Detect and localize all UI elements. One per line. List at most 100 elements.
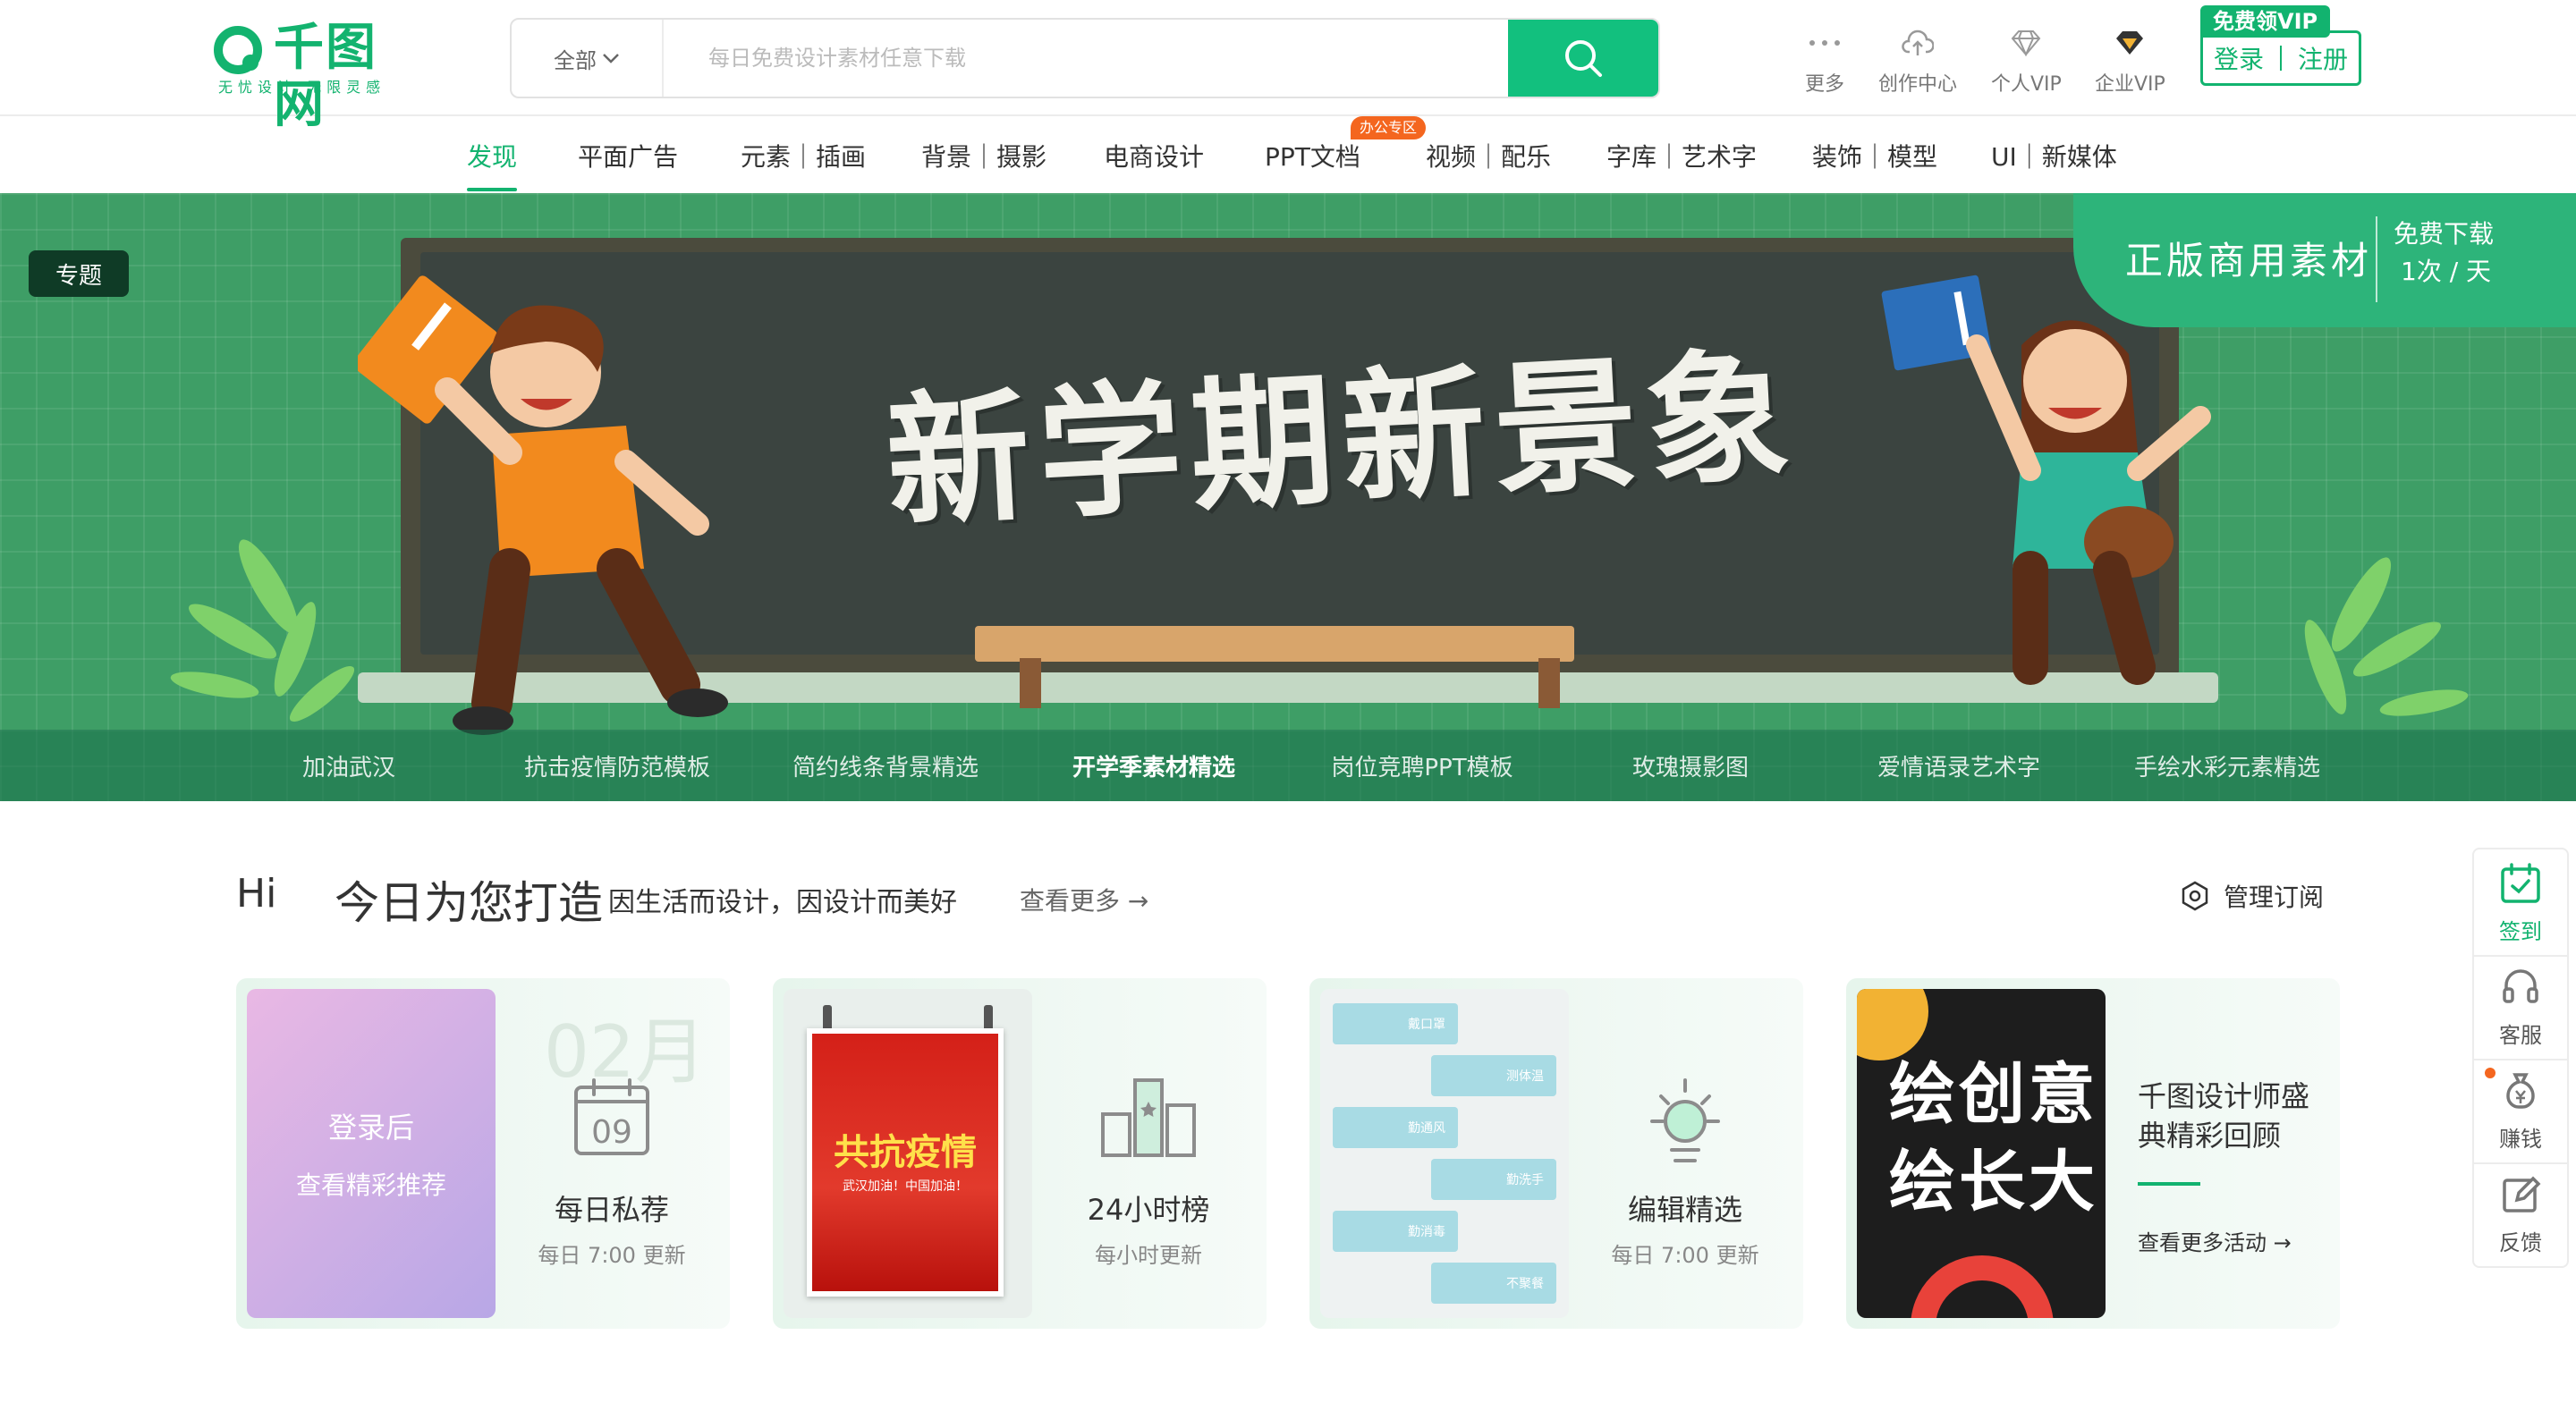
nav-more-label: 更多 bbox=[1805, 73, 1845, 96]
banner-tab[interactable]: 手绘水彩元素精选 bbox=[2093, 749, 2361, 782]
settings-icon bbox=[2182, 881, 2208, 911]
tag-disinfect: 勤消毒 bbox=[1333, 1211, 1458, 1252]
desk-leg bbox=[1538, 658, 1560, 708]
card-24h-ranking[interactable]: 共抗疫情 武汉加油！中国加油！ 24小时榜 每小时更新 bbox=[773, 978, 1267, 1329]
leaf-decoration-right bbox=[2304, 557, 2469, 716]
sidebar-checkin-label: 签到 bbox=[2499, 918, 2542, 944]
card-title: 编辑精选 bbox=[1627, 1193, 1742, 1227]
banner-tab[interactable]: 岗位竞聘PPT模板 bbox=[1288, 749, 1556, 782]
category-nav: 发现 平面广告 元素｜插画 背景｜摄影 电商设计 PPT文档 办公专区 视频｜配… bbox=[0, 116, 2576, 193]
nav-creator-center[interactable]: 创作中心 bbox=[1878, 25, 1957, 97]
category-print-ads[interactable]: 平面广告 bbox=[578, 138, 678, 173]
card-editor-picks[interactable]: 戴口罩 测体温 勤通风 勤洗手 勤消毒 不聚餐 编辑精选 每日 7:00 更新 bbox=[1309, 978, 1803, 1329]
nav-personal-vip-label: 个人VIP bbox=[1991, 73, 2062, 96]
art-text-line2: 绘长大 bbox=[1889, 1144, 2098, 1221]
diamond-filled-icon bbox=[2116, 31, 2144, 55]
event-title-line2: 典精彩回顾 bbox=[2138, 1119, 2282, 1153]
headset-icon bbox=[2503, 968, 2538, 1003]
tag-temperature: 测体温 bbox=[1431, 1055, 1556, 1096]
search-icon bbox=[1565, 40, 1602, 77]
category-elements[interactable]: 元素｜插画 bbox=[741, 138, 866, 173]
search-button[interactable] bbox=[1508, 20, 1658, 97]
category-ppt[interactable]: PPT文档 bbox=[1265, 138, 1360, 173]
register-link[interactable]: 注册 bbox=[2298, 40, 2348, 76]
free-vip-tag[interactable]: 免费领VIP bbox=[2200, 5, 2331, 38]
promo-divider bbox=[2376, 216, 2377, 302]
login-link[interactable]: 登录 bbox=[2214, 40, 2264, 76]
card-subtitle: 每小时更新 bbox=[1095, 1243, 1202, 1268]
sidebar-feedback[interactable]: 反馈 bbox=[2474, 1164, 2567, 1264]
category-ui[interactable]: UI｜新媒体 bbox=[1991, 138, 2117, 173]
card-daily-picks[interactable]: 02月 登录后 查看精彩推荐 09 每日私荐 每日 7:00 更新 bbox=[236, 978, 730, 1329]
promo-badge[interactable]: 正版商用素材 免费下载 1次 / 天 bbox=[2073, 193, 2576, 327]
event-title-line1: 千图设计师盛 bbox=[2138, 1079, 2310, 1113]
view-more-link[interactable]: 查看更多 → bbox=[1020, 882, 1148, 917]
search-bar: 全部 bbox=[510, 18, 1660, 98]
login-register-box: 登录 注册 bbox=[2200, 30, 2361, 86]
nav-more[interactable]: 更多 bbox=[1805, 25, 1844, 97]
category-fonts[interactable]: 字库｜艺术字 bbox=[1606, 138, 1757, 173]
nav-enterprise-vip-label: 企业VIP bbox=[2095, 73, 2165, 96]
event-accent-line bbox=[2138, 1182, 2200, 1186]
sidebar-checkin[interactable]: 签到 bbox=[2474, 853, 2567, 953]
sidebar-earn-label: 赚钱 bbox=[2499, 1126, 2542, 1152]
tag-ventilation: 勤通风 bbox=[1333, 1107, 1458, 1148]
logo-mark-icon bbox=[214, 26, 262, 74]
banner-tab-active[interactable]: 开学季素材精选 bbox=[1020, 749, 1288, 782]
login-prompt-line2: 查看精彩推荐 bbox=[295, 1170, 446, 1200]
card-thumb-poster[interactable]: 共抗疫情 武汉加油！中国加油！ bbox=[784, 989, 1032, 1318]
manage-subscription-button[interactable]: 管理订阅 bbox=[2179, 878, 2324, 914]
side-toolbar: 签到 客服 赚钱 反馈 bbox=[2472, 848, 2569, 1268]
banner-tab[interactable]: 爱情语录艺术字 bbox=[1825, 749, 2093, 782]
category-discover[interactable]: 发现 bbox=[467, 138, 517, 173]
top-header: 千图网 无忧设计 无限灵感 全部 更多 创作中 bbox=[0, 0, 2576, 134]
event-more-link[interactable]: 查看更多活动 → bbox=[2138, 1225, 2292, 1256]
tag-mask: 戴口罩 bbox=[1333, 1003, 1458, 1044]
hero-banner[interactable]: 新学期新景象 专题 正版商用素材 免费下载 1次 / 天 加油武汉 抗击疫情防范… bbox=[0, 193, 2576, 801]
card-title: 24小时榜 bbox=[1087, 1193, 1210, 1227]
category-decor[interactable]: 装饰｜模型 bbox=[1812, 138, 1937, 173]
poster-subtitle: 武汉加油！中国加油！ bbox=[843, 1179, 968, 1194]
calendar-day: 09 bbox=[591, 1114, 632, 1151]
event-title: 千图设计师盛 典精彩回顾 bbox=[2138, 1077, 2309, 1155]
promo-title: 正版商用素材 bbox=[2125, 239, 2373, 283]
card-thumb-login[interactable]: 登录后 查看精彩推荐 bbox=[247, 989, 496, 1318]
search-category-select[interactable]: 全部 bbox=[512, 20, 664, 97]
manage-subscription-label: 管理订阅 bbox=[2224, 883, 2325, 912]
poster: 共抗疫情 武汉加油！中国加油！ bbox=[807, 1028, 1004, 1297]
edit-icon bbox=[2503, 1176, 2541, 1212]
ranking-icon bbox=[1050, 1075, 1247, 1161]
tag-hand-wash: 勤洗手 bbox=[1431, 1159, 1556, 1200]
logo[interactable]: 千图网 无忧设计 无限灵感 bbox=[211, 20, 417, 134]
banner-tab[interactable]: 加油武汉 bbox=[215, 749, 483, 782]
category-ecommerce[interactable]: 电商设计 bbox=[1104, 138, 1204, 173]
nav-personal-vip[interactable]: 个人VIP bbox=[1991, 25, 2062, 97]
diamond-icon bbox=[2012, 30, 2041, 56]
art-text-line1: 绘创意 bbox=[1889, 1056, 2098, 1133]
money-bag-icon bbox=[2506, 1072, 2535, 1109]
category-active-underline bbox=[467, 188, 517, 191]
card-subtitle: 每日 7:00 更新 bbox=[538, 1243, 686, 1268]
search-input[interactable] bbox=[665, 20, 1479, 97]
card-thumb-art[interactable]: 绘创意 绘长大 bbox=[1857, 989, 2106, 1318]
greeting-hi: Hi bbox=[236, 871, 277, 917]
card-designer-event[interactable]: 绘创意 绘长大 千图设计师盛 典精彩回顾 查看更多活动 → bbox=[1846, 978, 2340, 1329]
poster-title: 共抗疫情 bbox=[834, 1131, 977, 1173]
topic-chip: 专题 bbox=[29, 250, 129, 297]
section-title: 今日为您打造 bbox=[335, 877, 603, 929]
card-subtitle: 每日 7:00 更新 bbox=[1611, 1243, 1759, 1268]
desk bbox=[975, 626, 1574, 662]
category-backgrounds[interactable]: 背景｜摄影 bbox=[921, 138, 1046, 173]
banner-tab[interactable]: 简约线条背景精选 bbox=[751, 749, 1020, 782]
sidebar-support[interactable]: 客服 bbox=[2474, 957, 2567, 1057]
nav-enterprise-vip[interactable]: 企业VIP bbox=[2095, 25, 2165, 97]
tag-no-gathering: 不聚餐 bbox=[1431, 1263, 1556, 1304]
art-red-ring bbox=[1911, 1255, 2054, 1318]
chevron-down-icon bbox=[603, 54, 619, 63]
banner-tab[interactable]: 抗击疫情防范模板 bbox=[483, 749, 751, 782]
sidebar-earn[interactable]: 赚钱 bbox=[2474, 1060, 2567, 1161]
category-video[interactable]: 视频｜配乐 bbox=[1426, 138, 1551, 173]
banner-tab[interactable]: 玫瑰摄影图 bbox=[1556, 749, 1825, 782]
login-divider bbox=[2280, 46, 2282, 71]
card-thumb-tags[interactable]: 戴口罩 测体温 勤通风 勤洗手 勤消毒 不聚餐 bbox=[1320, 989, 1569, 1318]
